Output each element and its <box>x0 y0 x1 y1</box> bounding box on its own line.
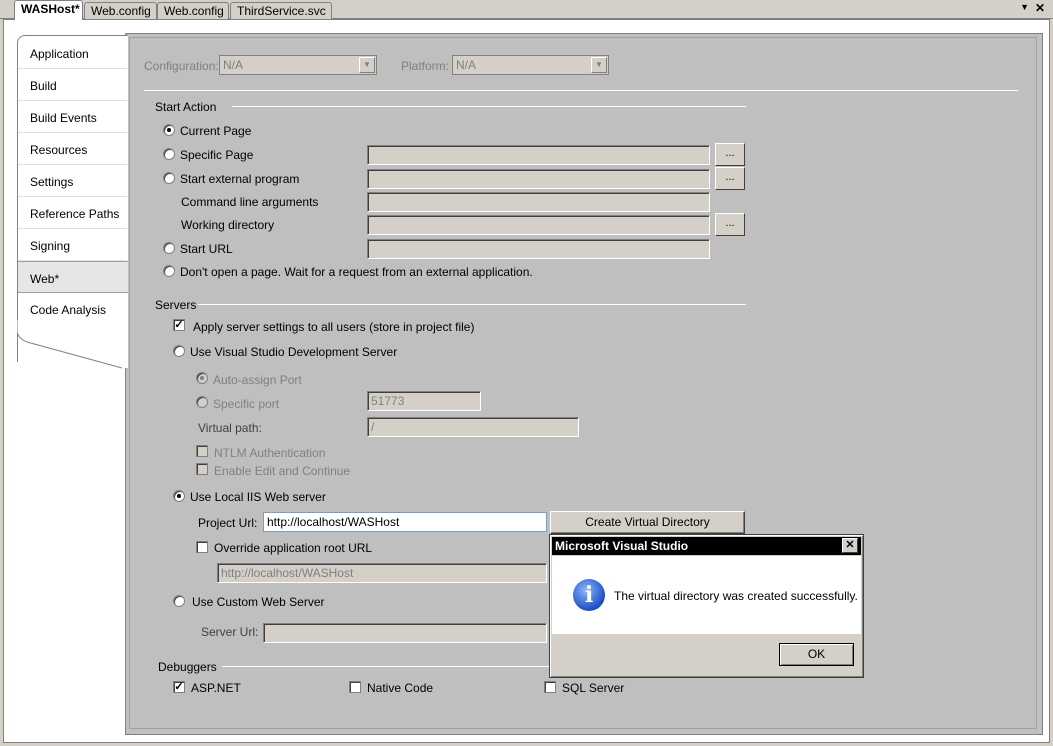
ntlm-auth-checkbox <box>196 445 208 457</box>
platform-label: Platform: <box>401 59 450 73</box>
start-action-heading: Start Action <box>155 100 217 114</box>
servers-line <box>198 304 746 305</box>
close-icon[interactable]: ✕ <box>842 538 858 553</box>
working-directory-input <box>367 215 710 235</box>
radio-start-url[interactable] <box>163 242 175 254</box>
nav-item-signing[interactable]: Signing <box>18 229 127 261</box>
nav-item-code-analysis[interactable]: Code Analysis <box>18 293 127 325</box>
custom-web-server-label: Use Custom Web Server <box>192 595 325 609</box>
vs-dev-server-label: Use Visual Studio Development Server <box>190 345 398 359</box>
auto-assign-port-label: Auto-assign Port <box>213 373 302 387</box>
server-url-input <box>263 623 547 643</box>
config-separator <box>144 90 1018 91</box>
start-url-label: Start URL <box>180 242 233 256</box>
override-root-url-label: Override application root URL <box>214 541 373 555</box>
virtual-path-label: Virtual path: <box>198 421 262 435</box>
create-virtual-directory-button[interactable]: Create Virtual Directory <box>550 511 745 534</box>
apply-settings-label: Apply server settings to all users (stor… <box>193 320 475 334</box>
chevron-down-icon: ▼ <box>359 57 375 73</box>
ntlm-auth-label: NTLM Authentication <box>214 446 326 460</box>
command-line-arguments-label: Command line arguments <box>181 195 319 209</box>
sql-server-checkbox[interactable] <box>544 681 556 693</box>
ok-button[interactable]: OK <box>779 643 854 666</box>
radio-auto-assign-port <box>196 372 208 384</box>
nav-item-build[interactable]: Build <box>18 69 127 101</box>
dialog-title: Microsoft Visual Studio <box>552 537 861 555</box>
radio-current-page[interactable] <box>163 124 175 136</box>
start-url-input <box>367 239 710 259</box>
edit-continue-label: Enable Edit and Continue <box>214 464 351 478</box>
info-icon: i <box>573 579 605 611</box>
configuration-value: N/A <box>223 58 244 72</box>
working-directory-label: Working directory <box>181 218 275 232</box>
radio-specific-port <box>196 396 208 408</box>
doc-tab-web-config-1[interactable]: Web.config <box>84 2 157 19</box>
radio-specific-page[interactable] <box>163 148 175 160</box>
aspnet-label: ASP.NET <box>191 681 241 695</box>
dont-open-page-label: Don't open a page. Wait for a request fr… <box>180 265 533 279</box>
server-url-label: Server Url: <box>201 625 259 639</box>
nav-item-settings[interactable]: Settings <box>18 165 127 197</box>
project-url-label: Project Url: <box>198 516 258 530</box>
external-program-input <box>367 169 710 189</box>
doc-tab-web-config-2[interactable]: Web.config <box>157 2 229 19</box>
debuggers-heading: Debuggers <box>158 660 217 674</box>
project-url-input[interactable]: http://localhost/WASHost <box>263 512 547 532</box>
platform-value: N/A <box>456 58 477 72</box>
configuration-select: N/A ▼ <box>219 55 377 75</box>
specific-page-label: Specific Page <box>180 148 254 162</box>
override-root-url-input: http://localhost/WASHost <box>217 563 547 583</box>
edit-continue-checkbox <box>196 463 208 475</box>
override-root-url-checkbox[interactable] <box>196 541 208 553</box>
command-line-arguments-input <box>367 192 710 212</box>
working-directory-browse-button[interactable]: ... <box>715 213 745 236</box>
chevron-down-icon[interactable]: ▼ <box>1020 2 1029 12</box>
platform-select: N/A ▼ <box>452 55 609 75</box>
radio-local-iis[interactable] <box>173 490 185 502</box>
nav-tail-shape <box>17 320 128 369</box>
virtual-path-input: / <box>367 417 579 437</box>
nav-item-build-events[interactable]: Build Events <box>18 101 127 133</box>
nav-item-reference-paths[interactable]: Reference Paths <box>18 197 127 229</box>
external-program-browse-button[interactable]: ... <box>715 167 745 190</box>
current-page-label: Current Page <box>180 124 252 138</box>
apply-settings-checkbox[interactable]: ✓ <box>173 319 185 331</box>
nav-item-application[interactable]: Application <box>18 37 127 69</box>
dialog-message: The virtual directory was created succes… <box>614 589 858 603</box>
start-external-program-label: Start external program <box>180 172 300 186</box>
native-code-label: Native Code <box>367 681 434 695</box>
configuration-label: Configuration: <box>144 59 219 73</box>
servers-heading: Servers <box>155 298 197 312</box>
local-iis-label: Use Local IIS Web server <box>190 490 326 504</box>
radio-custom-web-server[interactable] <box>173 595 185 607</box>
doc-tab-third-service[interactable]: ThirdService.svc <box>230 2 332 19</box>
specific-page-browse-button[interactable]: ... <box>715 143 745 166</box>
sql-server-label: SQL Server <box>562 681 625 695</box>
start-action-line <box>232 106 746 107</box>
nav-item-web[interactable]: Web* <box>18 261 128 293</box>
debuggers-line <box>222 666 550 667</box>
radio-vs-dev-server[interactable] <box>173 345 185 357</box>
aspnet-checkbox[interactable]: ✓ <box>173 681 185 693</box>
specific-port-input: 51773 <box>367 391 481 411</box>
radio-dont-open-page[interactable] <box>163 265 175 277</box>
native-code-checkbox[interactable] <box>349 681 361 693</box>
radio-start-external-program[interactable] <box>163 172 175 184</box>
doc-tab-washost[interactable]: WASHost* <box>14 0 83 20</box>
nav-item-resources[interactable]: Resources <box>18 133 127 165</box>
specific-port-label: Specific port <box>213 397 280 411</box>
close-icon[interactable]: ✕ <box>1035 1 1045 15</box>
specific-page-input <box>367 145 710 165</box>
chevron-down-icon: ▼ <box>591 57 607 73</box>
